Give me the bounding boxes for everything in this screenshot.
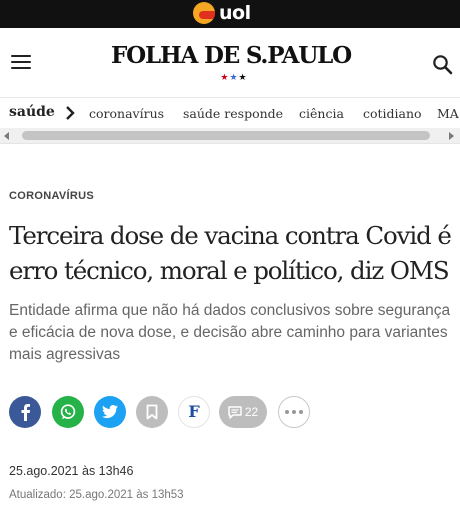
share-whatsapp-button[interactable]: [52, 396, 84, 428]
nav-link-saude-responde[interactable]: saúde responde: [183, 106, 283, 121]
section-nav: saúde coronavírus saúde responde ciência…: [0, 98, 460, 130]
comment-count: 22: [244, 405, 259, 419]
uol-top-bar: uol: [0, 0, 460, 28]
hamburger-menu-icon[interactable]: [11, 54, 31, 70]
folha-stars: ★★★: [216, 72, 252, 82]
published-date: 25.ago.2021 às 13h46: [9, 464, 134, 478]
scroll-right-arrow-icon[interactable]: [449, 132, 454, 140]
more-options-button[interactable]: [278, 396, 310, 428]
folha-icon: F: [188, 402, 200, 421]
whatsapp-icon: [60, 404, 76, 420]
scroll-left-arrow-icon[interactable]: [4, 132, 9, 140]
facebook-icon: [21, 404, 31, 421]
star-black-icon: ★: [238, 72, 248, 82]
share-twitter-button[interactable]: [94, 396, 126, 428]
nav-link-ma[interactable]: MA: [437, 106, 459, 121]
section-current-link[interactable]: saúde: [9, 104, 55, 120]
twitter-icon: [102, 405, 118, 419]
site-header: FOLHA DE S.PAULO ★★★: [0, 28, 460, 98]
search-icon[interactable]: [432, 54, 454, 76]
save-bookmark-button[interactable]: [136, 396, 168, 428]
article-standfirst: Entidade afirma que não há dados conclus…: [9, 302, 451, 363]
comment-icon: [228, 405, 242, 419]
more-icon: [285, 410, 303, 414]
share-facebook-button[interactable]: [9, 396, 41, 428]
nav-link-ciencia[interactable]: ciência: [299, 106, 344, 121]
nav-link-cotidiano[interactable]: cotidiano: [363, 106, 422, 121]
uol-ball-icon: [193, 2, 215, 24]
share-toolbar: F 22: [9, 396, 449, 428]
star-blue-icon: ★: [229, 72, 239, 82]
folha-logo[interactable]: FOLHA DE S.PAULO: [100, 42, 362, 70]
folha-share-button[interactable]: F: [178, 396, 210, 428]
uol-logo[interactable]: uol: [193, 2, 261, 24]
bookmark-icon: [146, 404, 158, 420]
scrollbar-thumb[interactable]: [22, 131, 430, 140]
article-headline: Terceira dose de vacina contra Covid é e…: [9, 221, 452, 285]
nav-link-coronavirus[interactable]: coronavírus: [89, 106, 164, 121]
updated-date: Atualizado: 25.ago.2021 às 13h53: [9, 489, 184, 501]
uol-logo-text: uol: [219, 2, 251, 24]
section-nav-scrollbar[interactable]: [0, 128, 460, 144]
chevron-right-icon[interactable]: [65, 106, 75, 120]
article-kicker[interactable]: CORONAVÍRUS: [9, 190, 94, 202]
comments-button[interactable]: 22: [219, 396, 267, 428]
